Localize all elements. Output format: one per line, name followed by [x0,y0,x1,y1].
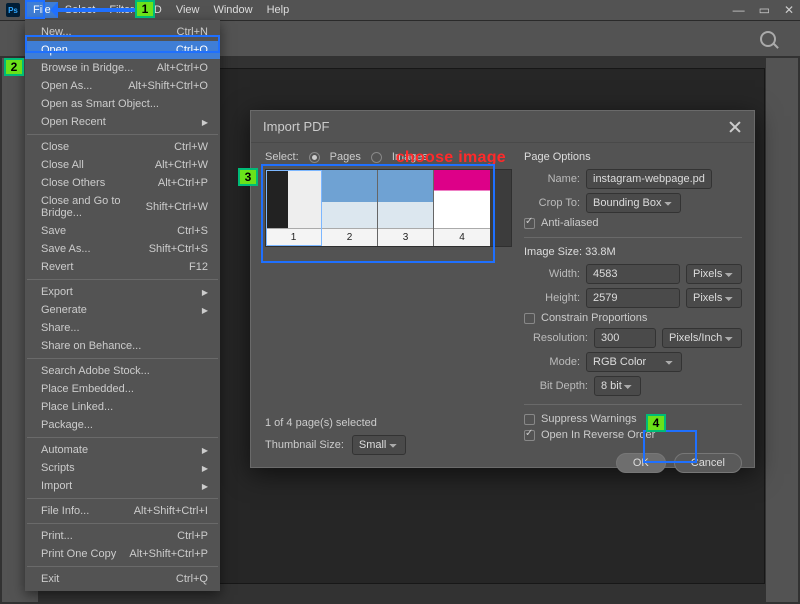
name-field[interactable] [586,169,712,189]
dialog-title: Import PDF [263,119,329,134]
choose-image-callout: choose image [396,149,506,167]
image-size-title: Image Size: 33.8M [524,246,742,258]
callout-3: 3 [238,168,258,186]
selected-count: 1 of 4 page(s) selected [265,417,512,429]
close-icon[interactable] [728,120,742,134]
file-menu-item[interactable]: Close and Go to Bridge...Shift+Ctrl+W [25,192,220,222]
menu-separator [27,498,218,499]
crop-to-select[interactable]: Bounding Box [586,193,681,213]
file-menu-item[interactable]: Automate▶ [25,441,220,459]
thumbnail-3[interactable]: 3 [378,170,434,246]
bit-depth-select[interactable]: 8 bit [594,376,641,396]
file-menu-item[interactable]: Browse in Bridge...Alt+Ctrl+O [25,59,220,77]
name-label: Name: [524,173,580,185]
reverse-label: Open In Reverse Order [541,429,655,441]
constrain-label: Constrain Proportions [541,312,647,324]
file-menu: New...Ctrl+NOpen...Ctrl+OBrowse in Bridg… [25,20,220,591]
file-menu-item[interactable]: Import▶ [25,477,220,495]
height-label: Height: [524,292,580,304]
file-menu-item[interactable]: Search Adobe Stock... [25,362,220,380]
photoshop-icon: Ps [6,3,20,17]
callout-2: 2 [4,58,24,76]
width-unit-select[interactable]: Pixels [686,264,742,284]
file-menu-item[interactable]: Print...Ctrl+P [25,527,220,545]
mode-select[interactable]: RGB Color [586,352,682,372]
cancel-button[interactable]: Cancel [674,453,742,473]
page-options-title: Page Options [524,151,742,163]
callout-4: 4 [646,414,666,432]
callout-arrow-1 [52,8,144,12]
right-panels [766,58,798,602]
file-menu-item[interactable]: Open As...Alt+Shift+Ctrl+O [25,77,220,95]
thumbnail-4[interactable]: 4 [434,170,490,246]
search-icon[interactable] [760,31,776,47]
resolution-field[interactable] [594,328,656,348]
file-menu-item[interactable]: Open as Smart Object... [25,95,220,113]
suppress-label: Suppress Warnings [541,413,637,425]
menu-separator [27,134,218,135]
thumbnail-size-select[interactable]: Small [352,435,406,455]
file-menu-item[interactable]: Save As...Shift+Ctrl+S [25,240,220,258]
minimize-icon[interactable]: — [733,3,745,17]
thumbnail-2[interactable]: 2 [322,170,378,246]
menu-separator [27,437,218,438]
file-menu-item[interactable]: Open...Ctrl+O [25,41,220,59]
file-menu-item[interactable]: File Info...Alt+Shift+Ctrl+I [25,502,220,520]
reverse-checkbox[interactable] [524,430,535,441]
file-menu-item[interactable]: Place Linked... [25,398,220,416]
maximize-icon[interactable]: ▭ [759,3,770,17]
ok-button[interactable]: OK [616,453,666,473]
select-label: Select: [265,151,299,163]
menu-separator [27,279,218,280]
radio-pages-label: Pages [330,151,361,163]
radio-pages[interactable] [309,152,320,163]
menu-view[interactable]: View [169,2,207,18]
window-controls: — ▭ ✕ [733,0,794,20]
crop-label: Crop To: [524,197,580,209]
callout-1: 1 [135,0,155,18]
height-unit-select[interactable]: Pixels [686,288,742,308]
height-field[interactable] [586,288,680,308]
anti-aliased-label: Anti-aliased [541,217,598,229]
file-menu-item[interactable]: New...Ctrl+N [25,23,220,41]
thumbnail-1[interactable]: 1 [266,170,322,246]
file-menu-item[interactable]: Share... [25,319,220,337]
file-menu-item[interactable]: SaveCtrl+S [25,222,220,240]
anti-aliased-checkbox[interactable] [524,218,535,229]
suppress-checkbox[interactable] [524,414,535,425]
file-menu-item[interactable]: Package... [25,416,220,434]
thumbnail-size-label: Thumbnail Size: [265,439,344,451]
mode-label: Mode: [524,356,580,368]
file-menu-item[interactable]: ExitCtrl+Q [25,570,220,588]
menu-separator [27,523,218,524]
file-menu-item[interactable]: Close AllAlt+Ctrl+W [25,156,220,174]
file-menu-item[interactable]: RevertF12 [25,258,220,276]
thumbnails: 1 2 3 4 [265,169,512,247]
file-menu-item[interactable]: Print One CopyAlt+Shift+Ctrl+P [25,545,220,563]
file-menu-item[interactable]: Open Recent▶ [25,113,220,131]
file-menu-item[interactable]: Generate▶ [25,301,220,319]
menu-window[interactable]: Window [206,2,259,18]
resolution-unit-select[interactable]: Pixels/Inch [662,328,742,348]
file-menu-item[interactable]: Export▶ [25,283,220,301]
menu-help[interactable]: Help [260,2,297,18]
radio-images[interactable] [371,152,382,163]
bit-depth-label: Bit Depth: [524,380,588,392]
file-menu-item[interactable]: Share on Behance... [25,337,220,355]
file-menu-item[interactable]: CloseCtrl+W [25,138,220,156]
menu-separator [27,358,218,359]
file-menu-item[interactable]: Place Embedded... [25,380,220,398]
close-icon[interactable]: ✕ [784,3,794,17]
width-field[interactable] [586,264,680,284]
file-menu-item[interactable]: Scripts▶ [25,459,220,477]
resolution-label: Resolution: [524,332,588,344]
file-menu-item[interactable]: Close OthersAlt+Ctrl+P [25,174,220,192]
width-label: Width: [524,268,580,280]
constrain-checkbox[interactable] [524,313,535,324]
menu-separator [27,566,218,567]
import-pdf-dialog: Import PDF Select: Pages Images choose i… [250,110,755,468]
